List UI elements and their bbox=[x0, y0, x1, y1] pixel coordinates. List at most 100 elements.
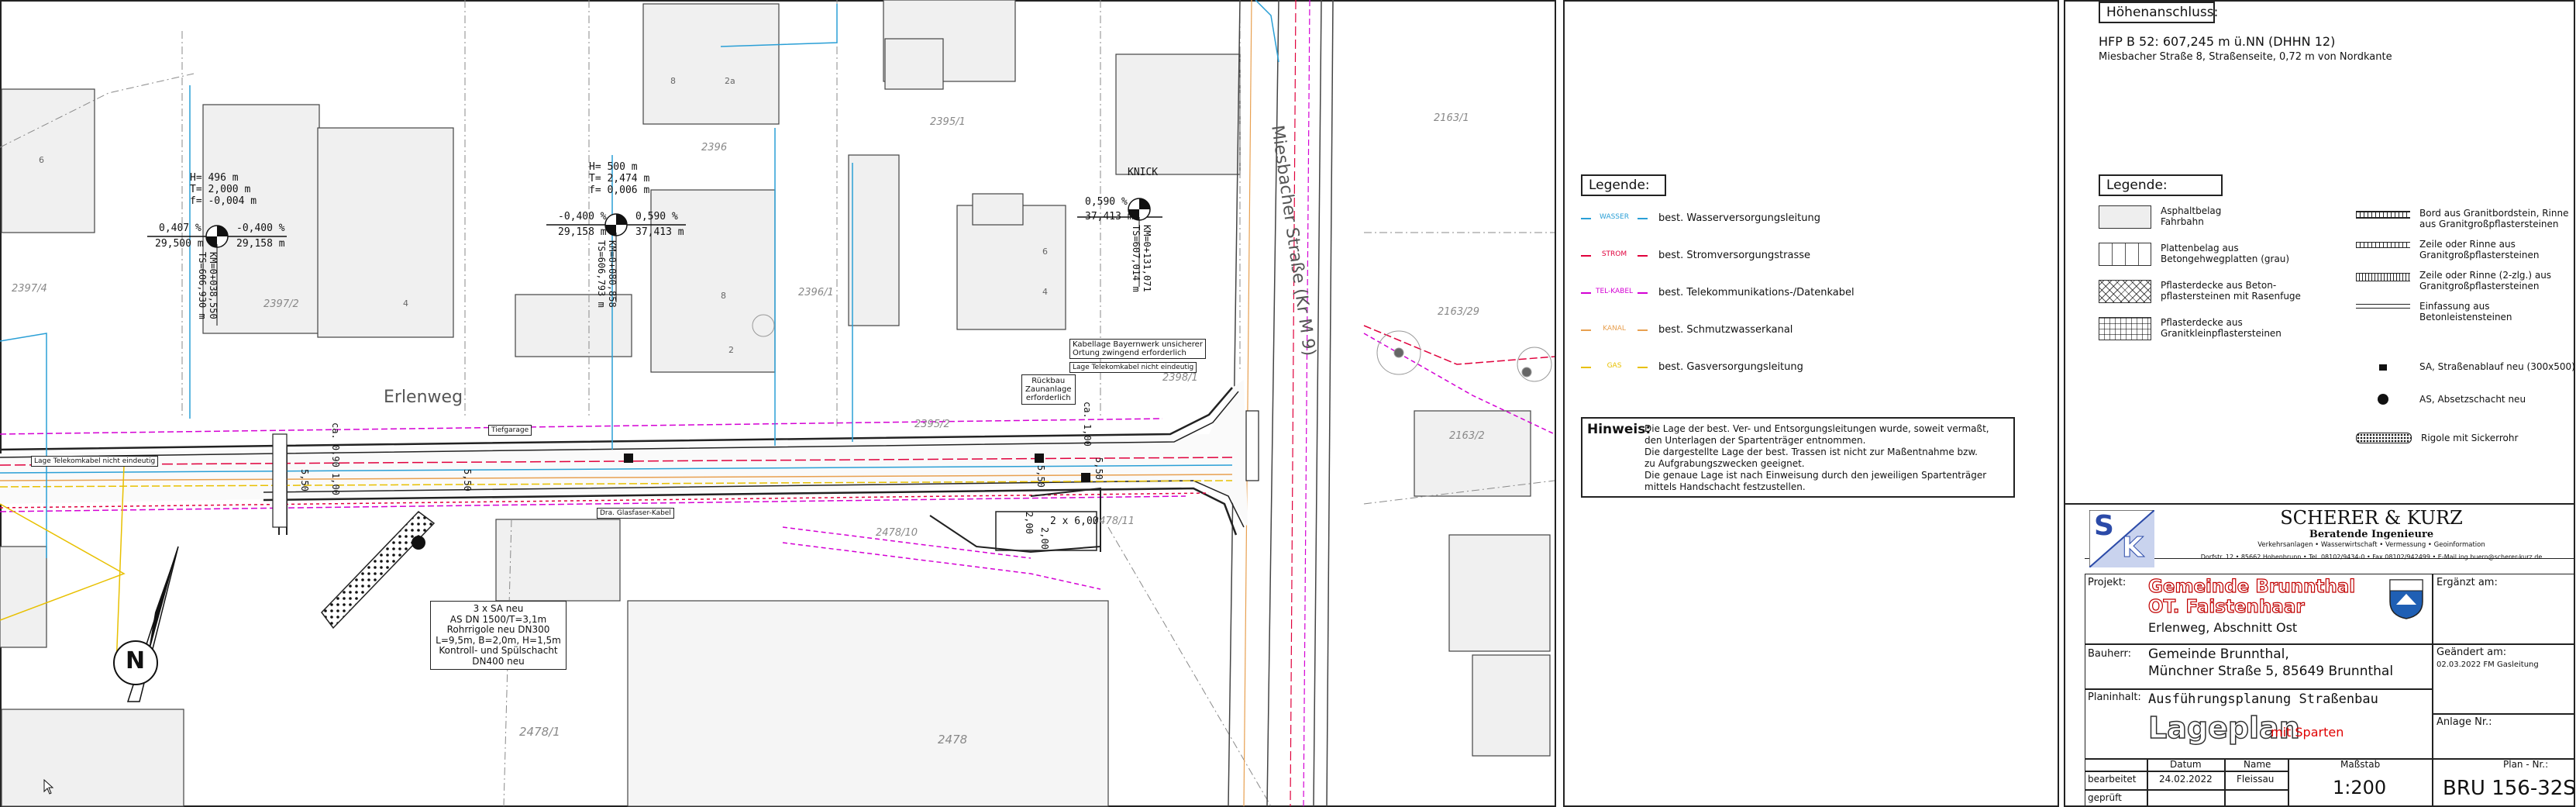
profile-station-right: 29,158 m bbox=[236, 238, 285, 250]
legend-edge-label: Zeile oder Rinne (2-zlg.) aus Granitgroß… bbox=[2419, 270, 2552, 291]
house-number: 6 bbox=[1042, 247, 1048, 257]
house-number: 4 bbox=[403, 298, 408, 309]
hinweis-line: zu Aufgrabungszwecken geeignet. bbox=[1644, 458, 1805, 469]
asphalt-swatch bbox=[2099, 205, 2151, 229]
profile-f: f= -0,004 m bbox=[190, 195, 257, 207]
legend-row-gas: GAS best. Gasversorgungsleitung bbox=[1581, 361, 1803, 373]
legend-label: best. Wasserversorgungsleitung bbox=[1658, 212, 1820, 224]
absetzschacht-symbol bbox=[412, 536, 425, 550]
house-number: 2a bbox=[725, 76, 735, 86]
hinweis-title: Hinweis: bbox=[1587, 422, 1651, 437]
legend-utilities-title: Legende: bbox=[1581, 174, 1666, 196]
parcel-label: 2395/1 bbox=[930, 116, 966, 128]
company-header: S K SCHERER & KURZ Beratende Ingenieure … bbox=[2085, 505, 2574, 568]
profile-slope-left: -0,400 % bbox=[558, 211, 607, 222]
dimension-label: 5,50 bbox=[299, 469, 310, 491]
company-name: SCHERER & KURZ bbox=[2280, 507, 2463, 529]
datum-header: Datum bbox=[2170, 759, 2202, 770]
note-rueckbau: Rückbau Zaunanlage erforderlich bbox=[1021, 374, 1076, 405]
profile-km: KM=0+038,550 bbox=[208, 252, 219, 319]
legend-surface-label: Pflasterdecke aus Granitkleinpflasterste… bbox=[2161, 317, 2282, 339]
name-header: Name bbox=[2244, 759, 2271, 770]
house-number: 8 bbox=[721, 291, 726, 301]
profile-km: KM=0+131,071 bbox=[1142, 225, 1152, 292]
legend-tag: GAS bbox=[1591, 361, 1638, 370]
legend-edge-row: SA, Straßenablauf neu (300x500) bbox=[2356, 361, 2575, 372]
profile-h: H= 496 m bbox=[190, 172, 239, 184]
titleblock: S K SCHERER & KURZ Beratende Ingenieure … bbox=[2085, 505, 2576, 806]
parcel-label: 2396/1 bbox=[798, 287, 834, 298]
company-address: Dorfstr. 12 • 85662 Hohenbrunn • Tel. 08… bbox=[2200, 554, 2543, 560]
legend-surface-label: Plattenbelag aus Betongehwegplatten (gra… bbox=[2161, 243, 2290, 264]
dimension-label: 5,50 bbox=[1035, 465, 1046, 488]
bearbeitet-name: Fleissau bbox=[2237, 774, 2275, 785]
projekt-line2: OT. Faistenhaar bbox=[2147, 596, 2305, 617]
note-telekom: Lage Telekomkabel nicht eindeutig bbox=[31, 456, 159, 467]
ergaenzt-label: Ergänzt am: bbox=[2437, 577, 2498, 588]
legend-edge-row: Zeile oder Rinne aus Granitgroßpflasters… bbox=[2356, 239, 2540, 260]
massstab-value: 1:200 bbox=[2333, 777, 2387, 798]
planinhalt-value: Ausführungsplanung Straßenbau bbox=[2148, 691, 2378, 707]
callout-line: Rohrrigole neu DN300 bbox=[446, 624, 550, 635]
house-number: 4 bbox=[1042, 287, 1048, 297]
note-tiefgarage: Tiefgarage bbox=[488, 425, 532, 436]
company-subtitle: Beratende Ingenieure bbox=[2309, 529, 2434, 540]
profile-t: T= 2,000 m bbox=[190, 184, 251, 195]
legend-edge-row: Einfassung aus Betonleistensteinen bbox=[2356, 301, 2512, 322]
hoehenanschluss-title: Höhenanschluss: bbox=[2099, 2, 2218, 23]
coat-of-arms-icon bbox=[2388, 578, 2424, 623]
hoehenanschluss-line2: Miesbacher Straße 8, Straßenseite, 0,72 … bbox=[2099, 51, 2392, 63]
bauherr-label: Bauherr: bbox=[2088, 648, 2131, 660]
legend-surface-row: Pflasterdecke aus Beton- pflastersteinen… bbox=[2099, 280, 2301, 303]
sa-icon bbox=[2356, 364, 2410, 371]
legend-edge-row: Zeile oder Rinne (2-zlg.) aus Granitgroß… bbox=[2356, 270, 2551, 291]
parcel-label: 2478/1 bbox=[519, 725, 560, 739]
platten-swatch bbox=[2099, 243, 2151, 266]
legend-tag: WASSER bbox=[1591, 212, 1638, 221]
dimension-label: 1,00 bbox=[330, 473, 341, 495]
bauherr-line1: Gemeinde Brunnthal, bbox=[2148, 647, 2289, 662]
legend-label: best. Schmutzwasserkanal bbox=[1658, 324, 1793, 336]
bearbeitet-label: bearbeitet bbox=[2088, 774, 2137, 785]
hinweis-line: Die dargestellte Lage der best. Trassen … bbox=[1644, 447, 1978, 457]
north-label: N bbox=[126, 647, 146, 674]
projekt-line3: Erlenweg, Abschnitt Ost bbox=[2148, 620, 2298, 635]
anlage-label: Anlage Nr.: bbox=[2437, 716, 2492, 728]
legend-edge-label: Zeile oder Rinne aus Granitgroßpflasters… bbox=[2419, 239, 2540, 260]
legend-surface-row: Plattenbelag aus Betongehwegplatten (gra… bbox=[2099, 243, 2289, 266]
legend-tag: KANAL bbox=[1591, 324, 1638, 333]
company-services: Verkehrsanlagen • Wasserwirtschaft • Ver… bbox=[2257, 541, 2485, 549]
parcel-label: 2478 bbox=[938, 733, 968, 747]
company-logo: S K bbox=[2089, 509, 2155, 568]
granit-swatch bbox=[2099, 317, 2151, 340]
legend-edge-label: SA, Straßenablauf neu (300x500) bbox=[2419, 361, 2575, 372]
hinweis-box: Hinweis: Die Lage der best. Ver- und Ent… bbox=[1581, 417, 2015, 498]
legend-tag: STROM bbox=[1591, 250, 1638, 258]
profile-station-left: 29,158 m bbox=[558, 226, 607, 238]
hinweis-line: mittels Handschacht festzustellen. bbox=[1644, 481, 1806, 492]
street-label-erlenweg: Erlenweg bbox=[384, 388, 463, 407]
legend-edge-label: AS, Absetzschacht neu bbox=[2419, 394, 2526, 405]
dimension-label: 2,00 bbox=[1039, 527, 1050, 550]
parcel-label: 2395/2 bbox=[914, 419, 950, 430]
logo-letter-k: K bbox=[2122, 532, 2144, 564]
hinweis-line: Die Lage der best. Ver- und Entsorgungsl… bbox=[1644, 423, 1989, 434]
dimension-label: 5,50 bbox=[462, 469, 473, 491]
parcel-label: 2478/11 bbox=[1093, 516, 1135, 527]
bearbeitet-datum: 24.02.2022 bbox=[2159, 774, 2213, 785]
profile-ts: TS=606,793 m bbox=[596, 240, 607, 308]
legend-surface-row: Asphaltbelag Fahrbahn bbox=[2099, 205, 2221, 229]
legend-edge-row: Bord aus Granitbordstein, Rinne aus Gran… bbox=[2356, 208, 2568, 229]
callout-line: L=9,5m, B=2,0m, H=1,5m bbox=[436, 634, 561, 646]
bord-swatch bbox=[2356, 211, 2410, 219]
profile-f: f= 0,006 m bbox=[589, 185, 650, 196]
callout-line: Kontroll- und Spülschacht bbox=[439, 645, 558, 656]
profile-station-right: 37,413 m bbox=[635, 226, 684, 238]
projekt-label: Projekt: bbox=[2088, 577, 2127, 588]
parcel-label: 2396 bbox=[701, 142, 728, 153]
geaendert-label: Geändert am: bbox=[2437, 647, 2507, 658]
profile-ts: TS=606,930 m bbox=[197, 252, 208, 319]
legend-panel-frame bbox=[1563, 0, 2059, 807]
legend-row-strom: STROM best. Stromversorgungstrasse bbox=[1581, 250, 1810, 261]
parcel-label: 2478/10 bbox=[876, 527, 918, 539]
